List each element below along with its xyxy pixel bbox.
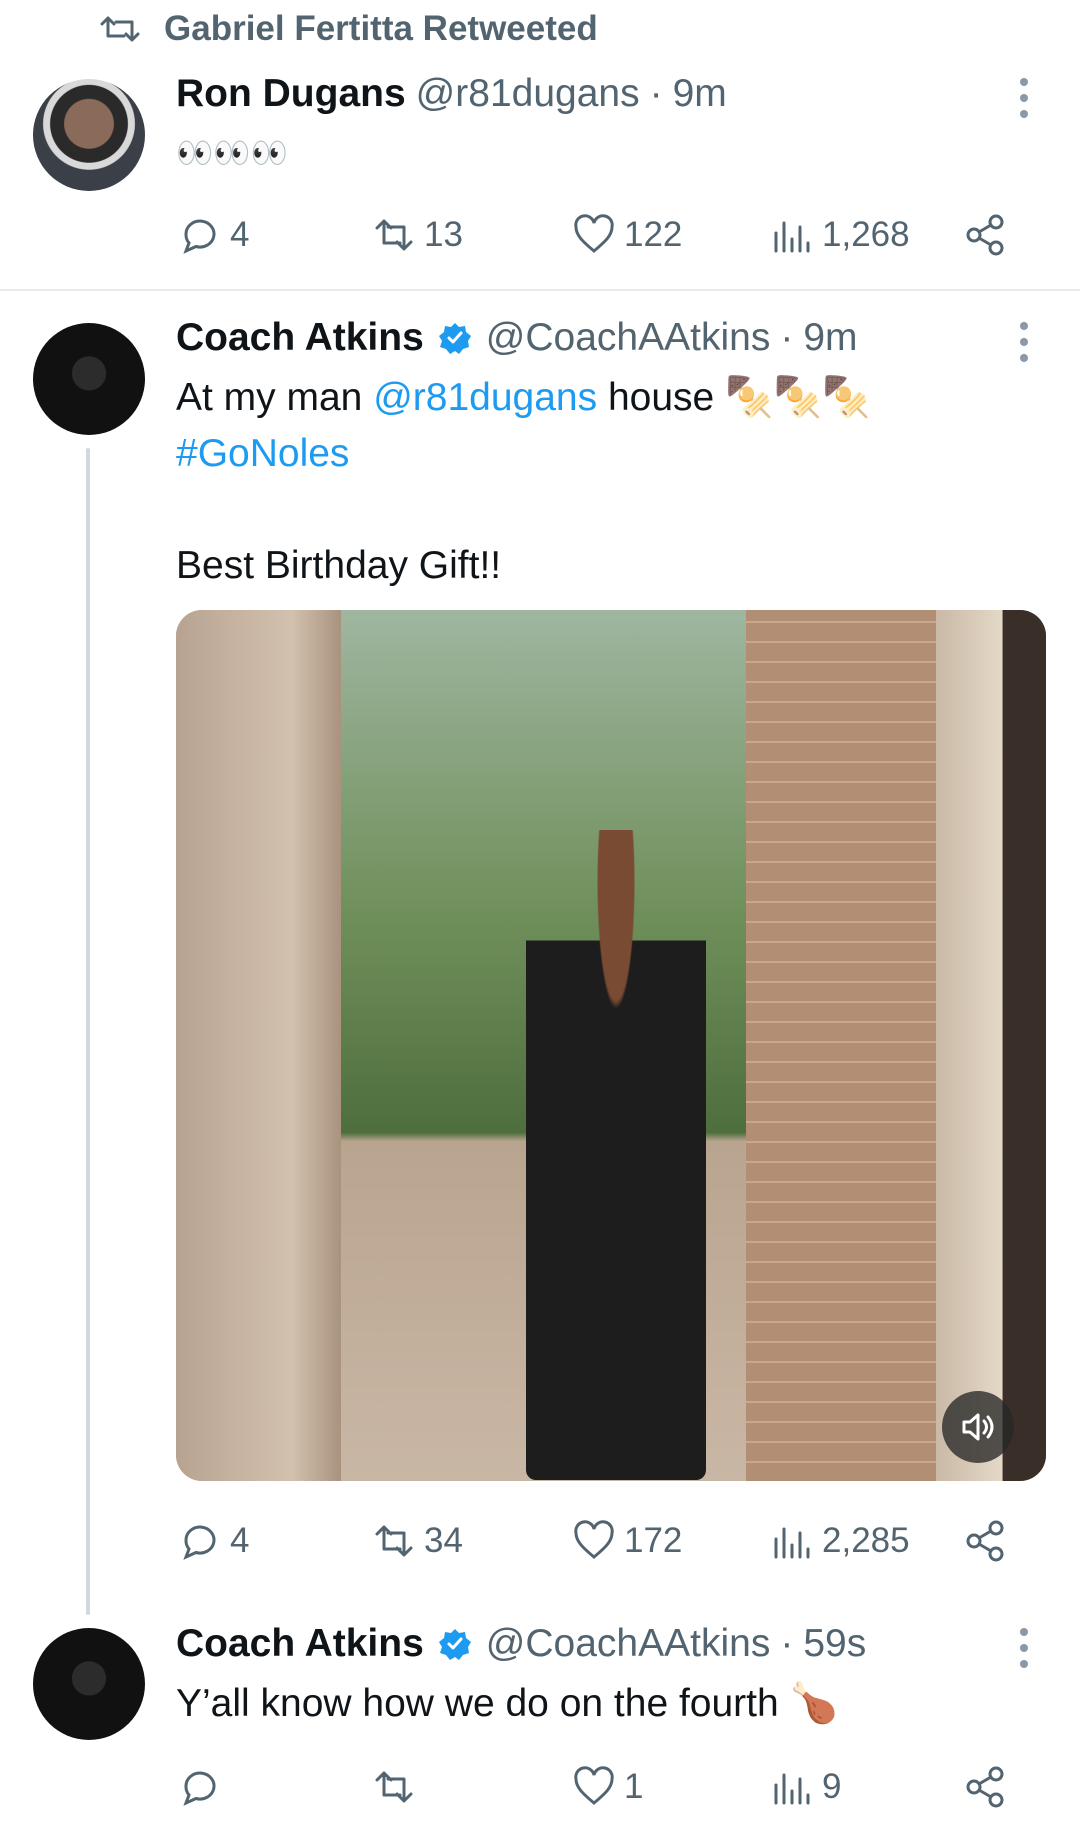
author-name[interactable]: Ron Dugans bbox=[176, 72, 406, 116]
timestamp[interactable]: 9m bbox=[673, 72, 727, 116]
repost-count: 34 bbox=[424, 1521, 463, 1560]
more-icon[interactable] bbox=[1018, 1628, 1030, 1668]
tweet-header: Coach Atkins @CoachAAtkins · 9m bbox=[176, 316, 858, 360]
views-button[interactable]: 9 bbox=[770, 1765, 841, 1809]
verified-icon bbox=[438, 1629, 471, 1660]
views-button[interactable]: 1,268 bbox=[770, 213, 910, 257]
view-count: 9 bbox=[822, 1767, 842, 1806]
like-button[interactable]: 172 bbox=[572, 1519, 682, 1563]
repost-button[interactable]: 13 bbox=[372, 213, 463, 257]
tweet-text: Best Birthday Gift!! bbox=[176, 544, 502, 587]
views-button[interactable]: 2,285 bbox=[770, 1519, 910, 1563]
views-icon bbox=[774, 221, 810, 253]
author-name[interactable]: Coach Atkins bbox=[176, 316, 424, 360]
tweet-text: house 🍢🍢🍢 bbox=[597, 376, 871, 419]
like-icon bbox=[574, 214, 614, 253]
repost-count: 13 bbox=[424, 215, 463, 254]
views-icon bbox=[774, 1773, 810, 1805]
avatar[interactable] bbox=[33, 1628, 145, 1740]
reply-icon bbox=[183, 1525, 216, 1560]
share-icon bbox=[966, 214, 1004, 256]
retweet-icon bbox=[100, 16, 140, 42]
author-handle[interactable]: @r81dugans bbox=[416, 72, 640, 116]
author-handle[interactable]: @CoachAAtkins bbox=[486, 1622, 771, 1666]
author-handle[interactable]: @CoachAAtkins bbox=[486, 316, 771, 360]
author-name[interactable]: Coach Atkins bbox=[176, 1622, 424, 1666]
share-button[interactable] bbox=[964, 213, 1008, 257]
tweet-actions: 4 34 172 2,285 bbox=[0, 1516, 1080, 1566]
thread-line bbox=[86, 448, 90, 1615]
video-frame-pillar bbox=[176, 610, 341, 1481]
tweet-actions: 4 13 122 1,268 bbox=[0, 210, 1080, 260]
reply-button[interactable] bbox=[178, 1765, 230, 1809]
volume-icon bbox=[962, 1413, 994, 1441]
timestamp[interactable]: 9m bbox=[803, 316, 857, 360]
reply-count: 4 bbox=[230, 1521, 250, 1560]
tweet-text-line1: At my man @r81dugans house 🍢🍢🍢 bbox=[176, 370, 871, 426]
repost-button[interactable] bbox=[372, 1765, 424, 1809]
tweet-text: Y’all know how we do on the fourth 🍗 bbox=[176, 1682, 839, 1725]
like-icon bbox=[574, 1520, 614, 1559]
retweet-label: Gabriel Fertitta Retweeted bbox=[164, 9, 598, 48]
views-icon bbox=[774, 1527, 810, 1559]
retweet-header[interactable]: Gabriel Fertitta Retweeted bbox=[100, 8, 598, 50]
timestamp[interactable]: 59s bbox=[803, 1622, 866, 1666]
tweet-header: Ron Dugans @r81dugans · 9m bbox=[176, 72, 727, 116]
tweet-actions: 1 9 bbox=[0, 1762, 1080, 1812]
separator: · bbox=[649, 72, 663, 115]
video-player[interactable] bbox=[176, 610, 1046, 1481]
like-button[interactable]: 1 bbox=[572, 1765, 643, 1809]
avatar[interactable] bbox=[33, 79, 145, 191]
view-count: 1,268 bbox=[822, 215, 910, 254]
video-frame-pillar bbox=[936, 610, 1046, 1481]
avatar[interactable] bbox=[33, 323, 145, 435]
more-icon[interactable] bbox=[1018, 322, 1030, 362]
tweet-header: Coach Atkins @CoachAAtkins · 59s bbox=[176, 1622, 866, 1666]
verified-icon bbox=[438, 323, 471, 354]
hashtag-link[interactable]: #GoNoles bbox=[176, 426, 349, 482]
share-icon bbox=[966, 1520, 1004, 1562]
divider bbox=[0, 289, 1080, 291]
retweet-icon bbox=[375, 1771, 413, 1803]
reply-count: 4 bbox=[230, 215, 250, 254]
tweet-text: 👀👀👀 bbox=[176, 137, 289, 170]
like-count: 122 bbox=[624, 215, 683, 254]
reply-icon bbox=[183, 1771, 216, 1806]
retweet-icon bbox=[375, 219, 413, 251]
separator: · bbox=[780, 316, 794, 359]
repost-button[interactable]: 34 bbox=[372, 1519, 463, 1563]
like-button[interactable]: 122 bbox=[572, 213, 682, 257]
retweet-icon bbox=[375, 1525, 413, 1557]
mention-link[interactable]: @r81dugans bbox=[373, 376, 597, 419]
share-button[interactable] bbox=[964, 1765, 1008, 1809]
separator: · bbox=[780, 1622, 794, 1665]
reply-button[interactable]: 4 bbox=[178, 1519, 249, 1563]
share-button[interactable] bbox=[964, 1519, 1008, 1563]
like-count: 1 bbox=[624, 1767, 644, 1806]
more-icon[interactable] bbox=[1018, 78, 1030, 118]
share-icon bbox=[966, 1766, 1004, 1808]
reply-button[interactable]: 4 bbox=[178, 213, 249, 257]
tweet-text: At my man bbox=[176, 376, 374, 419]
reply-icon bbox=[183, 219, 216, 254]
like-count: 172 bbox=[624, 1521, 683, 1560]
view-count: 2,285 bbox=[822, 1521, 910, 1560]
volume-button[interactable] bbox=[942, 1391, 1014, 1463]
like-icon bbox=[574, 1766, 614, 1805]
video-frame-person bbox=[526, 830, 706, 1480]
